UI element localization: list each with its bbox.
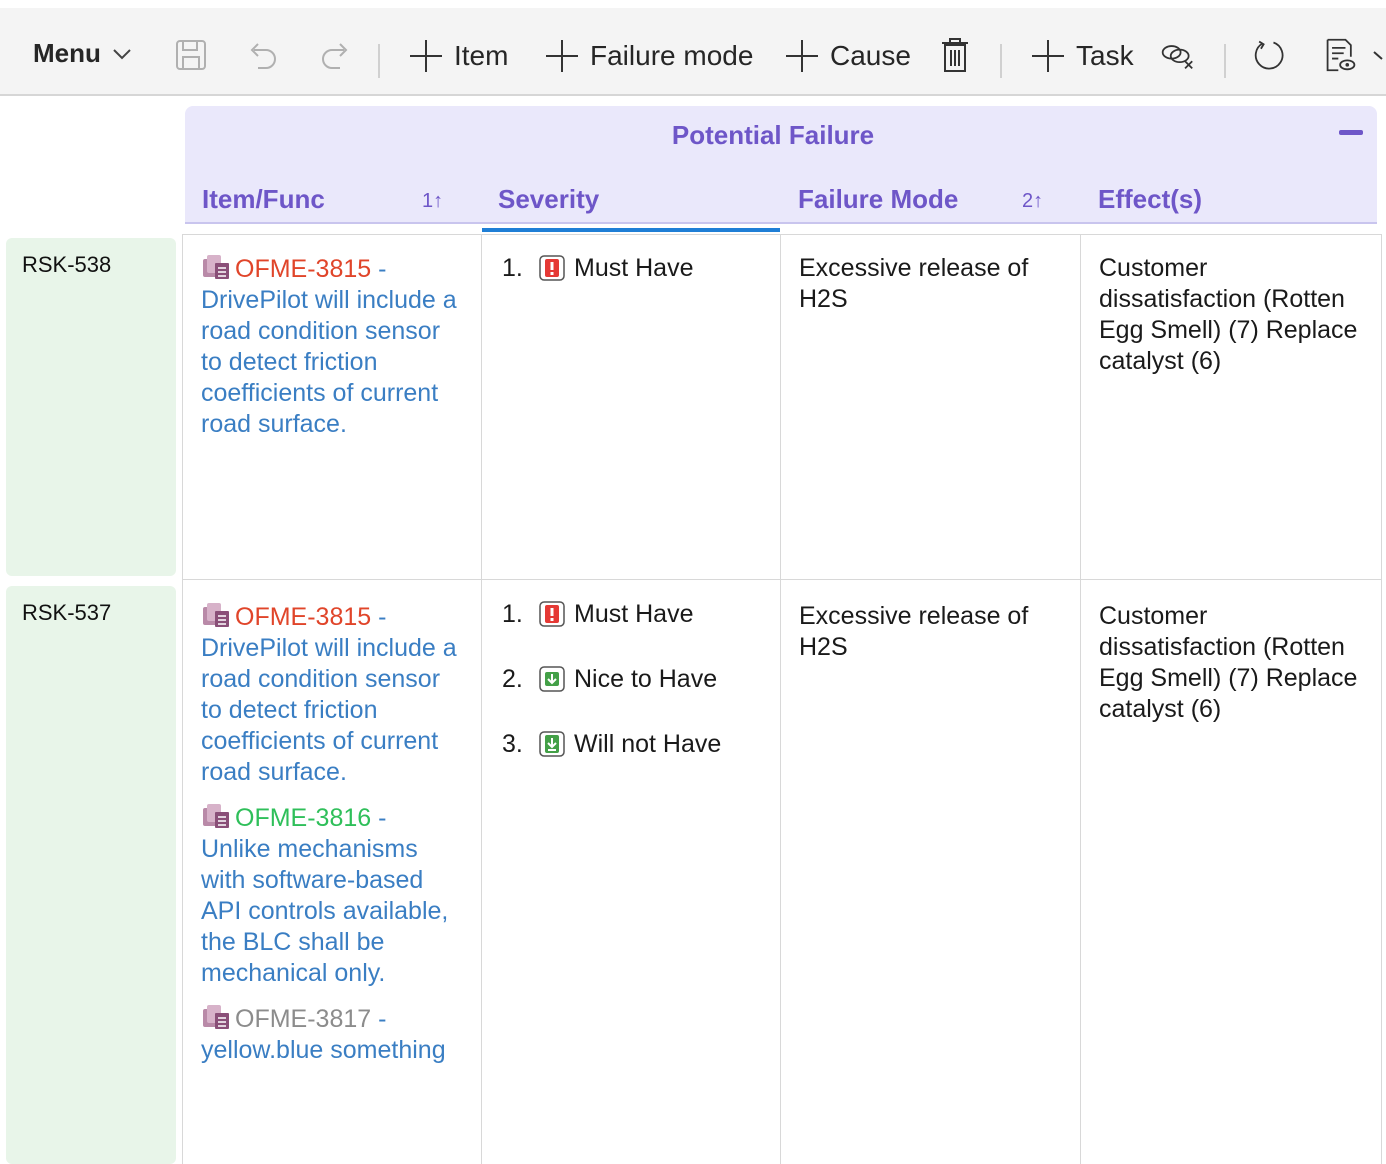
nice-to-have-icon — [539, 666, 565, 692]
item-separator: - — [371, 1005, 387, 1033]
row-label[interactable]: RSK-538 — [6, 238, 176, 576]
must-have-icon — [539, 255, 565, 281]
item-description[interactable]: DrivePilot will include a road condition… — [201, 633, 467, 788]
toolbar-divider — [1224, 44, 1226, 78]
toolbar: Menu Item Failure mode Cause Task — [0, 8, 1386, 96]
report-view-icon[interactable] — [1324, 36, 1358, 74]
effects-cell[interactable]: Customer dissatisfaction (Rotten Egg Sme… — [1080, 579, 1382, 1164]
add-task-button[interactable]: Task — [1030, 38, 1134, 74]
column-header-failure-mode[interactable]: Failure Mode — [798, 184, 958, 215]
add-item-label: Item — [454, 40, 509, 71]
list-item[interactable]: OFME-3815 - DrivePilot will include a ro… — [201, 601, 467, 788]
plus-icon — [410, 40, 442, 72]
redo-icon[interactable] — [318, 36, 352, 74]
item-id[interactable]: OFME-3815 — [235, 603, 371, 631]
menu-button[interactable]: Menu — [33, 38, 133, 69]
severity-item: 2. Nice to Have — [502, 664, 721, 694]
requirement-icon — [203, 255, 229, 279]
plus-icon — [1032, 40, 1064, 72]
severity-number: 3. — [502, 729, 523, 758]
list-item[interactable]: OFME-3816 - Unlike mechanisms with softw… — [201, 802, 467, 989]
item-func-cell[interactable]: OFME-3815 - DrivePilot will include a ro… — [182, 579, 482, 1164]
item-separator: - — [371, 804, 387, 832]
severity-label: Must Have — [574, 599, 694, 628]
item-separator: - — [371, 603, 387, 631]
effects-text: Customer dissatisfaction (Rotten Egg Sme… — [1099, 602, 1358, 723]
requirement-icon — [203, 603, 229, 627]
failure-mode-text: Excessive release of H2S — [799, 254, 1029, 313]
severity-cell[interactable]: 1. Must Have — [481, 234, 781, 580]
plus-icon — [786, 40, 818, 72]
item-id[interactable]: OFME-3816 — [235, 804, 371, 832]
failure-mode-cell[interactable]: Excessive release of H2S — [780, 579, 1081, 1164]
list-item[interactable]: OFME-3815 - DrivePilot will include a ro… — [201, 253, 467, 440]
item-description[interactable]: Unlike mechanisms with software-based AP… — [201, 834, 467, 989]
item-description[interactable]: yellow.blue something — [201, 1035, 467, 1066]
add-failure-mode-button[interactable]: Failure mode — [544, 38, 753, 74]
group-title: Potential Failure — [671, 120, 875, 150]
severity-item: 1. Must Have — [502, 599, 721, 629]
toolbar-divider — [1000, 44, 1002, 78]
item-id[interactable]: OFME-3817 — [235, 1005, 371, 1033]
delete-icon[interactable] — [938, 36, 972, 74]
severity-item: 3. Will not Have — [502, 729, 721, 759]
item-separator: - — [371, 255, 387, 283]
effects-text: Customer dissatisfaction (Rotten Egg Sme… — [1099, 254, 1358, 375]
column-header-effects[interactable]: Effect(s) — [1098, 184, 1202, 215]
sort-indicator: 1↑ — [422, 190, 444, 212]
severity-number: 1. — [502, 599, 523, 628]
undo-icon[interactable] — [246, 36, 280, 74]
severity-number: 1. — [502, 253, 523, 282]
requirement-icon — [203, 1005, 229, 1029]
save-icon[interactable] — [174, 36, 208, 74]
will-not-have-icon — [539, 731, 565, 757]
item-func-cell[interactable]: OFME-3815 - DrivePilot will include a ro… — [182, 234, 482, 580]
item-description[interactable]: DrivePilot will include a road condition… — [201, 285, 467, 440]
toolbar-divider — [378, 44, 380, 78]
chevron-down-icon — [113, 48, 131, 59]
severity-cell[interactable]: 1. Must Have 2. Nice to Have 3. Will not… — [481, 579, 781, 1164]
menu-label: Menu — [33, 38, 101, 68]
add-item-button[interactable]: Item — [408, 38, 508, 74]
failure-mode-cell[interactable]: Excessive release of H2S — [780, 234, 1081, 580]
column-header-item-func[interactable]: Item/Func — [202, 184, 325, 215]
must-have-icon — [539, 601, 565, 627]
failure-mode-text: Excessive release of H2S — [799, 602, 1029, 661]
severity-label: Nice to Have — [574, 664, 718, 693]
risk-id: RSK-537 — [22, 600, 112, 625]
add-cause-button[interactable]: Cause — [784, 38, 911, 74]
severity-label: Must Have — [574, 253, 694, 282]
refresh-icon[interactable] — [1252, 36, 1286, 74]
add-task-label: Task — [1076, 40, 1134, 71]
effects-cell[interactable]: Customer dissatisfaction (Rotten Egg Sme… — [1080, 234, 1382, 580]
active-column-indicator — [482, 228, 780, 232]
item-id[interactable]: OFME-3815 — [235, 255, 371, 283]
severity-item: 1. Must Have — [502, 253, 693, 283]
chevron-down-icon[interactable] — [1372, 36, 1386, 74]
requirement-icon — [203, 804, 229, 828]
unlink-icon[interactable] — [1160, 36, 1194, 74]
add-cause-label: Cause — [830, 40, 911, 71]
column-header-severity[interactable]: Severity — [498, 184, 599, 215]
add-failure-mode-label: Failure mode — [590, 40, 754, 71]
list-item[interactable]: OFME-3817 - yellow.blue something — [201, 1003, 467, 1066]
sort-indicator: 2↑ — [1022, 190, 1044, 212]
row-label[interactable]: RSK-537 — [6, 586, 176, 1164]
risk-id: RSK-538 — [22, 252, 112, 277]
severity-number: 2. — [502, 664, 523, 693]
severity-label: Will not Have — [574, 729, 722, 758]
collapse-group-button[interactable] — [1339, 130, 1363, 135]
plus-icon — [546, 40, 578, 72]
